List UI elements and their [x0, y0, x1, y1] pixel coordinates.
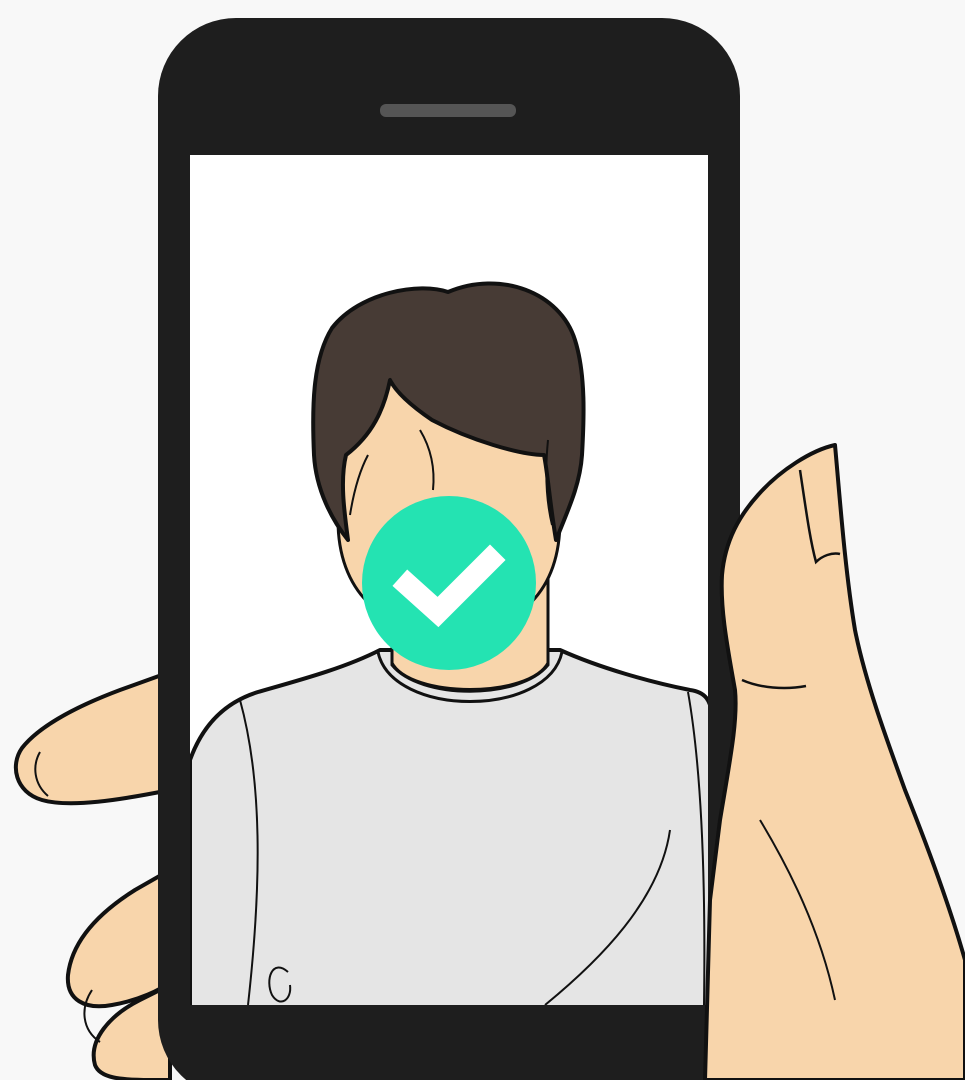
verified-badge [362, 496, 536, 670]
check-circle-icon [362, 496, 536, 670]
face-verification-illustration [0, 0, 965, 1080]
phone-speaker [380, 104, 516, 117]
phone-screen [190, 155, 708, 1005]
person-shirt [190, 648, 708, 1005]
